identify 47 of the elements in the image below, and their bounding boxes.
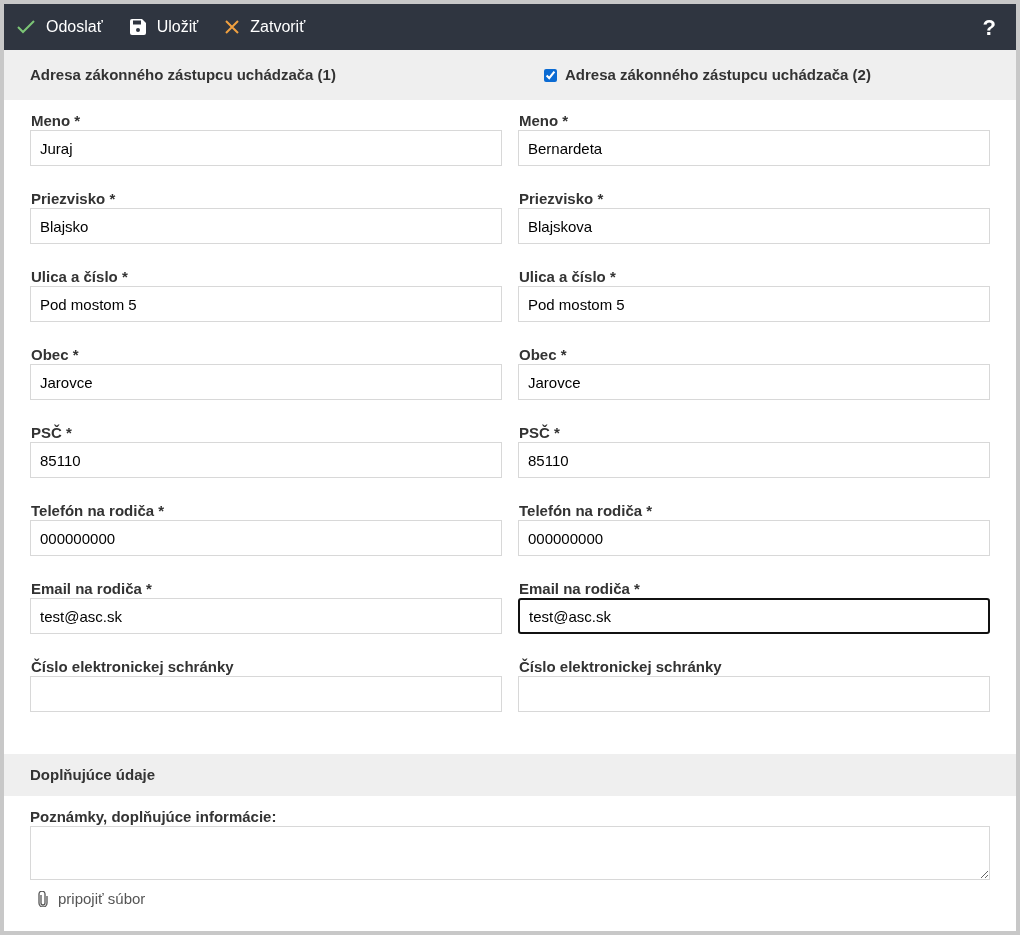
input-field[interactable]: test@asc.sk bbox=[518, 598, 990, 634]
field-label: PSČ * bbox=[518, 424, 561, 442]
field-label: Telefón na rodiča * bbox=[30, 502, 166, 520]
close-icon bbox=[224, 19, 241, 35]
field-label: Ulica a číslo * bbox=[30, 268, 129, 286]
field-label: Číslo elektronickej schránky bbox=[30, 658, 235, 676]
paperclip-icon bbox=[38, 891, 48, 908]
input-field[interactable]: 85110 bbox=[518, 442, 990, 478]
section-title: Adresa zákonného zástupcu uchádzača (1) bbox=[30, 64, 336, 85]
input-field[interactable] bbox=[518, 676, 990, 712]
input-field[interactable]: Pod mostom 5 bbox=[518, 286, 990, 322]
input-field[interactable]: 85110 bbox=[30, 442, 502, 478]
field-label: Obec * bbox=[518, 346, 568, 364]
field-label: Poznámky, doplňujúce informácie: bbox=[30, 808, 278, 826]
input-field[interactable]: Bernardeta bbox=[518, 130, 990, 166]
check-icon bbox=[16, 19, 36, 35]
save-icon bbox=[128, 18, 147, 36]
field-label: Priezvisko * bbox=[30, 190, 117, 208]
field-label: Ulica a číslo * bbox=[518, 268, 617, 286]
field-label: Meno * bbox=[30, 112, 82, 130]
field-label: Email na rodiča * bbox=[518, 580, 641, 598]
section-title: Adresa zákonného zástupcu uchádzača (2) bbox=[565, 64, 871, 85]
input-field[interactable] bbox=[30, 676, 502, 712]
input-field[interactable]: Pod mostom 5 bbox=[30, 286, 502, 322]
section-title: Doplňujúce údaje bbox=[30, 764, 155, 785]
section-checkbox[interactable] bbox=[544, 68, 557, 82]
notes-field[interactable] bbox=[30, 826, 990, 880]
field-label: Email na rodiča * bbox=[30, 580, 153, 598]
input-field[interactable]: test@asc.sk bbox=[30, 598, 502, 634]
field-label: Obec * bbox=[30, 346, 80, 364]
input-field[interactable]: Jarovce bbox=[518, 364, 990, 400]
field-label: Meno * bbox=[518, 112, 570, 130]
toolbar-button[interactable]: Zatvoriť bbox=[224, 11, 306, 43]
input-field[interactable]: Jarovce bbox=[30, 364, 502, 400]
field-label: Telefón na rodiča * bbox=[518, 502, 654, 520]
input-field[interactable]: Blajsko bbox=[30, 208, 502, 244]
input-field[interactable]: Juraj bbox=[30, 130, 502, 166]
field-label: Číslo elektronickej schránky bbox=[518, 658, 723, 676]
field-label: PSČ * bbox=[30, 424, 73, 442]
toolbar-button[interactable]: Odoslať bbox=[16, 11, 103, 43]
toolbar-button[interactable]: Uložiť bbox=[128, 11, 199, 43]
input-field[interactable]: 000000000 bbox=[30, 520, 502, 556]
help-button[interactable]: ? bbox=[982, 10, 996, 44]
field-label: Priezvisko * bbox=[518, 190, 605, 208]
input-field[interactable]: 000000000 bbox=[518, 520, 990, 556]
attach-link[interactable]: pripojiť súbor bbox=[38, 888, 146, 911]
input-field[interactable]: Blajskova bbox=[518, 208, 990, 244]
